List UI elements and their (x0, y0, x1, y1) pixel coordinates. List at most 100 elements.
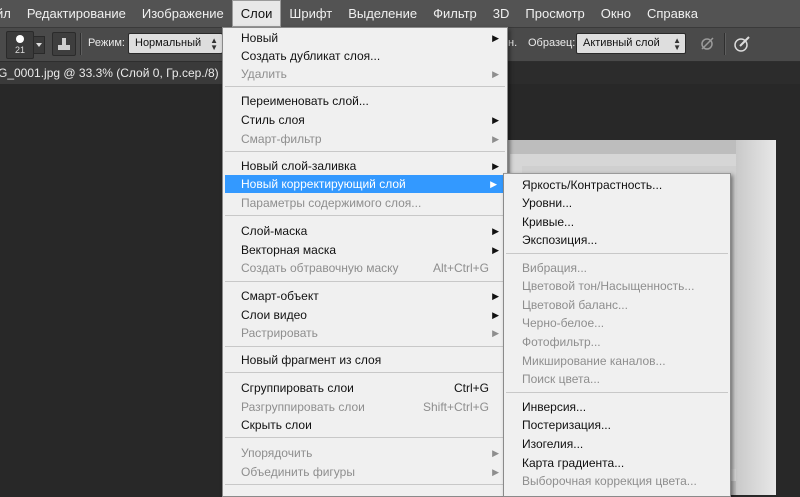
layer-menu-item-clipping-mask[interactable]: Создать обтравочную маску Alt+Ctrl+G (223, 259, 507, 277)
menu-item-label: Уровни... (522, 196, 573, 210)
layer-menu-item-combine-shapes[interactable]: Объединить фигуры ▶ (223, 463, 507, 481)
layer-menu-item-layer-mask[interactable]: Слой-маска ▶ (223, 222, 507, 240)
menu-item-label: Слой-маска (241, 224, 308, 238)
menu-item-label: Смарт-объект (241, 289, 319, 303)
submenu-arrow-icon: ▶ (492, 69, 499, 79)
separator (80, 33, 81, 55)
adjustment-item-levels[interactable]: Уровни... (504, 194, 730, 212)
menu-separator (225, 372, 505, 373)
submenu-arrow-icon: ▶ (490, 179, 497, 189)
brush-preset-dropdown[interactable] (33, 36, 45, 54)
menu-item-label: Параметры содержимого слоя... (241, 196, 422, 210)
menu-layer[interactable]: Слои (231, 0, 282, 27)
menu-select[interactable]: Выделение (340, 0, 425, 27)
menu-item-label: Переименовать слой... (241, 94, 369, 108)
layer-menu-item-group-layers[interactable]: Сгруппировать слои Ctrl+G (223, 379, 507, 397)
adjustment-item-hue-saturation[interactable]: Цветовой тон/Насыщенность... (504, 277, 730, 295)
menu-item-label: Разгруппировать слои (241, 400, 365, 414)
adjustment-item-invert[interactable]: Инверсия... (504, 398, 730, 416)
layer-menu-item-rasterize[interactable]: Растрировать ▶ (223, 324, 507, 342)
menu-item-shortcut: Ctrl+G (453, 381, 489, 395)
adjustment-item-threshold[interactable]: Изогелия... (504, 435, 730, 453)
adjustment-item-brightness-contrast[interactable]: Яркость/Контрастность... (504, 176, 730, 194)
adjustment-item-photo-filter[interactable]: Фотофильтр... (504, 333, 730, 351)
layer-menu-item-new-slice[interactable]: Новый фрагмент из слоя (223, 351, 507, 369)
document-tab[interactable]: G_0001.jpg @ 33.3% (Слой 0, Гр.сер./8) * (0, 62, 227, 84)
menu-item-label: Создать обтравочную маску (241, 261, 399, 275)
submenu-arrow-icon: ▶ (492, 291, 499, 301)
menu-3d[interactable]: 3D (485, 0, 518, 27)
adjustment-item-curves[interactable]: Кривые... (504, 213, 730, 231)
menu-item-label: Объединить фигуры (241, 465, 355, 479)
menu-item-label: Новый фрагмент из слоя (241, 353, 382, 367)
submenu-arrow-icon: ▶ (492, 33, 499, 43)
menu-item-label: Новый слой-заливка (241, 159, 357, 173)
submenu-arrow-icon: ▶ (492, 245, 499, 255)
layer-menu-item-new[interactable]: Новый ▶ (223, 29, 507, 47)
layer-menu-item-arrange[interactable]: Упорядочить ▶ (223, 444, 507, 462)
layer-menu-item-video-layers[interactable]: Слои видео ▶ (223, 306, 507, 324)
submenu-arrow-icon: ▶ (492, 115, 499, 125)
menu-item-label: Упорядочить (241, 446, 313, 460)
layer-menu-item-vector-mask[interactable]: Векторная маска ▶ (223, 241, 507, 259)
menu-window[interactable]: Окно (593, 0, 639, 27)
layer-menu-item-new-fill-layer[interactable]: Новый слой-заливка ▶ (223, 157, 507, 175)
menu-item-label: Экспозиция... (522, 233, 598, 247)
sample-suffix: н. (508, 37, 518, 49)
layer-menu-item-layer-content-options[interactable]: Параметры содержимого слоя... (223, 194, 507, 212)
menu-item-label: Поиск цвета... (522, 372, 601, 386)
submenu-arrow-icon: ▶ (492, 161, 499, 171)
menu-edit[interactable]: Редактирование (19, 0, 134, 27)
menu-item-label: Слои видео (241, 308, 307, 322)
layer-menu-item-smart-filter[interactable]: Смарт-фильтр ▶ (223, 130, 507, 148)
menu-item-label: Скрыть слои (241, 418, 312, 432)
layer-menu-item-smart-object[interactable]: Смарт-объект ▶ (223, 287, 507, 305)
adjustment-item-color-balance[interactable]: Цветовой баланс... (504, 296, 730, 314)
layer-menu-item-new-adjustment-layer[interactable]: Новый корректирующий слой ▶ (225, 175, 505, 193)
menu-item-label: Карта градиента... (522, 456, 625, 470)
menu-image[interactable]: Изображение (134, 0, 232, 27)
sample-select[interactable]: Активный слой ▲ ▼ (576, 33, 686, 54)
mode-label: Режим: (88, 37, 125, 49)
layer-menu: Новый ▶ Создать дубликат слоя... Удалить ▶… (222, 27, 508, 497)
layer-menu-item-duplicate[interactable]: Создать дубликат слоя... (223, 47, 507, 65)
menu-item-label: Инверсия... (522, 400, 587, 414)
pressure-brush-icon[interactable] (731, 33, 753, 55)
adjustment-layer-submenu: Яркость/Контрастность... Уровни... Кривы… (503, 173, 731, 497)
menu-item-label: Цветовой баланс... (522, 298, 628, 312)
brush-preset-picker[interactable]: 21 (6, 31, 34, 59)
menu-view[interactable]: Просмотр (517, 0, 592, 27)
submenu-arrow-icon: ▶ (492, 448, 499, 458)
adjustment-item-black-white[interactable]: Черно-белое... (504, 314, 730, 332)
submenu-arrow-icon: ▶ (492, 310, 499, 320)
menu-item-label: Яркость/Контрастность... (522, 178, 663, 192)
layer-menu-item-layer-style[interactable]: Стиль слоя ▶ (223, 111, 507, 129)
layer-menu-item-rename[interactable]: Переименовать слой... (223, 92, 507, 110)
menu-file[interactable]: йл (0, 0, 19, 27)
adjustment-item-selective-color[interactable]: Выборочная коррекция цвета... (504, 472, 730, 490)
menu-help[interactable]: Справка (639, 0, 706, 27)
layer-menu-item-delete[interactable]: Удалить ▶ (223, 65, 507, 83)
layer-menu-item-hide-layers[interactable]: Скрыть слои (223, 416, 507, 434)
menu-item-shortcut: Shift+Ctrl+G (422, 400, 489, 414)
menu-separator (506, 253, 728, 254)
ignore-adjustment-icon[interactable] (697, 33, 719, 55)
layer-menu-item-ungroup-layers[interactable]: Разгруппировать слои Shift+Ctrl+G (223, 398, 507, 416)
adjustment-item-gradient-map[interactable]: Карта градиента... (504, 454, 730, 472)
adjustment-item-vibrance[interactable]: Вибрация... (504, 259, 730, 277)
menu-item-label: Новый корректирующий слой (241, 177, 406, 191)
menu-separator (225, 281, 505, 282)
mode-select[interactable]: Нормальный ▲ ▼ (128, 33, 223, 54)
separator (724, 33, 725, 55)
adjustment-item-exposure[interactable]: Экспозиция... (504, 231, 730, 249)
menu-item-label: Вибрация... (522, 261, 588, 275)
adjustment-item-posterize[interactable]: Постеризация... (504, 416, 730, 434)
menu-item-label: Изогелия... (522, 437, 584, 451)
adjustment-item-channel-mixer[interactable]: Микширование каналов... (504, 352, 730, 370)
brush-panel-icon[interactable] (52, 32, 76, 56)
menu-filter[interactable]: Фильтр (425, 0, 485, 27)
menu-type[interactable]: Шрифт (281, 0, 340, 27)
brush-size-value: 21 (14, 45, 25, 55)
brush-tip-icon (16, 35, 24, 43)
adjustment-item-color-lookup[interactable]: Поиск цвета... (504, 370, 730, 388)
